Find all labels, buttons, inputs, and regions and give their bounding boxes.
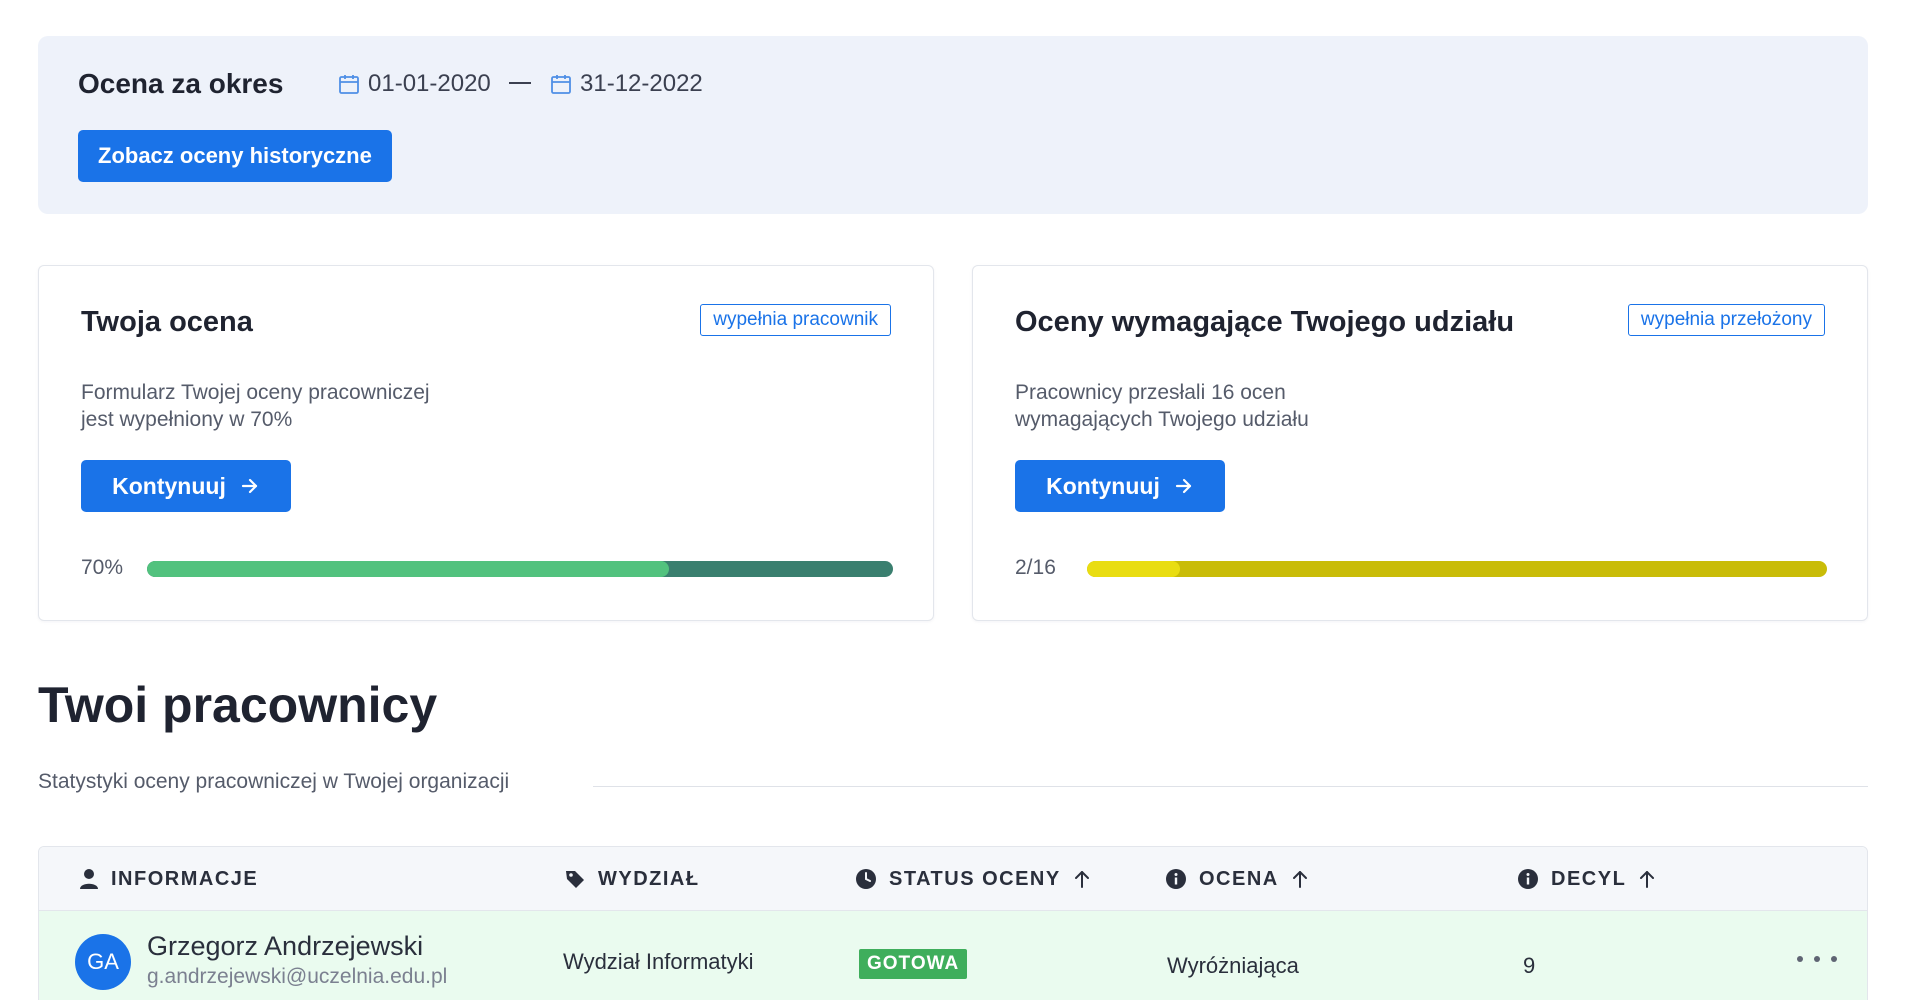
date-from-picker[interactable]: 01-01-2020: [338, 70, 491, 98]
progress-label: 2/16: [1015, 556, 1056, 579]
column-header-status[interactable]: STATUS OCENY: [855, 847, 1091, 911]
card-description-line: wymagających Twojego udziału: [1015, 408, 1309, 431]
card-title: Twoja ocena: [81, 306, 253, 338]
continue-button-label: Kontynuuj: [112, 472, 226, 499]
column-header-department[interactable]: WYDZIAŁ: [564, 847, 700, 911]
user-icon: [80, 869, 98, 889]
column-header-label: OCENA: [1199, 867, 1279, 890]
arrow-up-icon[interactable]: [1291, 869, 1309, 889]
arrow-up-icon[interactable]: [1638, 869, 1656, 889]
section-title: Twoi pracownicy: [38, 677, 438, 733]
row-more-button[interactable]: [1797, 947, 1837, 971]
column-header-label: WYDZIAŁ: [598, 867, 700, 890]
card-title: Oceny wymagające Twojego udziału: [1015, 306, 1515, 338]
continue-button-label: Kontynuuj: [1046, 472, 1160, 499]
info-icon: [1166, 869, 1186, 889]
more-horizontal-icon: [1797, 956, 1837, 962]
card-description: Pracownicy przesłali 16 ocen wymagającyc…: [1015, 379, 1495, 433]
continue-button[interactable]: Kontynuuj: [1015, 460, 1225, 512]
employee-name: Grzegorz Andrzejewski: [147, 931, 424, 961]
column-header-rating[interactable]: OCENA: [1165, 847, 1309, 911]
table-row[interactable]: GA Grzegorz Andrzejewski g.andrzejewski@…: [39, 911, 1867, 1000]
employees-table: INFORMACJE WYDZIAŁ STATUS OCENY OCENA DE…: [38, 846, 1868, 1000]
column-header-decile[interactable]: DECYL: [1517, 847, 1656, 911]
period-banner: Ocena za okres 01-01-2020 31-12-2022 Zob…: [38, 36, 1868, 214]
arrow-right-icon: [241, 478, 257, 494]
progress-bar: [147, 561, 893, 577]
employee-email: g.andrzejewski@uczelnia.edu.pl: [147, 965, 448, 988]
employee-decile: 9: [1523, 953, 1536, 978]
view-history-button[interactable]: Zobacz oceny historyczne: [78, 130, 392, 182]
clock-icon: [856, 869, 876, 889]
employee-department: Wydział Informatyki: [563, 949, 754, 974]
progress-bar: [1087, 561, 1827, 577]
tag-icon: [566, 871, 584, 888]
section-divider: [593, 786, 1868, 787]
progress-fill: [147, 561, 670, 577]
card-description: Formularz Twojej oceny pracowniczej jest…: [81, 379, 561, 433]
column-header-label: STATUS OCENY: [889, 867, 1061, 890]
card-description-line: Pracownicy przesłali 16 ocen: [1015, 381, 1286, 404]
period-title: Ocena za okres: [78, 68, 284, 99]
column-header-info[interactable]: INFORMACJE: [79, 847, 258, 911]
table-header: INFORMACJE WYDZIAŁ STATUS OCENY OCENA DE…: [39, 847, 1867, 911]
status-badge: GOTOWA: [859, 949, 968, 979]
continue-button[interactable]: Kontynuuj: [81, 460, 291, 512]
card-description-line: jest wypełniony w 70%: [81, 408, 293, 431]
calendar-icon: [551, 75, 571, 94]
section-subtitle: Statystyki oceny pracowniczej w Twojej o…: [38, 770, 510, 793]
progress-fill: [1087, 561, 1180, 577]
arrow-up-icon[interactable]: [1073, 869, 1091, 889]
required-evaluations-card: Oceny wymagające Twojego udziału wypełni…: [972, 265, 1868, 621]
avatar: GA: [75, 934, 131, 990]
date-to-value: 31-12-2022: [580, 70, 703, 97]
progress-label: 70%: [81, 556, 124, 579]
employee-rating: Wyróżniająca: [1167, 953, 1299, 978]
date-from-value: 01-01-2020: [368, 70, 491, 97]
date-range-separator: [509, 82, 531, 84]
card-description-line: Formularz Twojej oceny pracowniczej: [81, 381, 430, 404]
filled-by-badge: wypełnia pracownik: [700, 304, 891, 336]
filled-by-badge: wypełnia przełożony: [1627, 304, 1825, 336]
date-to-picker[interactable]: 31-12-2022: [550, 70, 703, 98]
info-icon: [1518, 869, 1538, 889]
own-evaluation-card: Twoja ocena wypełnia pracownik Formularz…: [38, 265, 934, 621]
arrow-right-icon: [1175, 478, 1191, 494]
column-header-label: DECYL: [1551, 867, 1627, 890]
calendar-icon: [339, 75, 359, 94]
column-header-label: INFORMACJE: [111, 867, 259, 890]
